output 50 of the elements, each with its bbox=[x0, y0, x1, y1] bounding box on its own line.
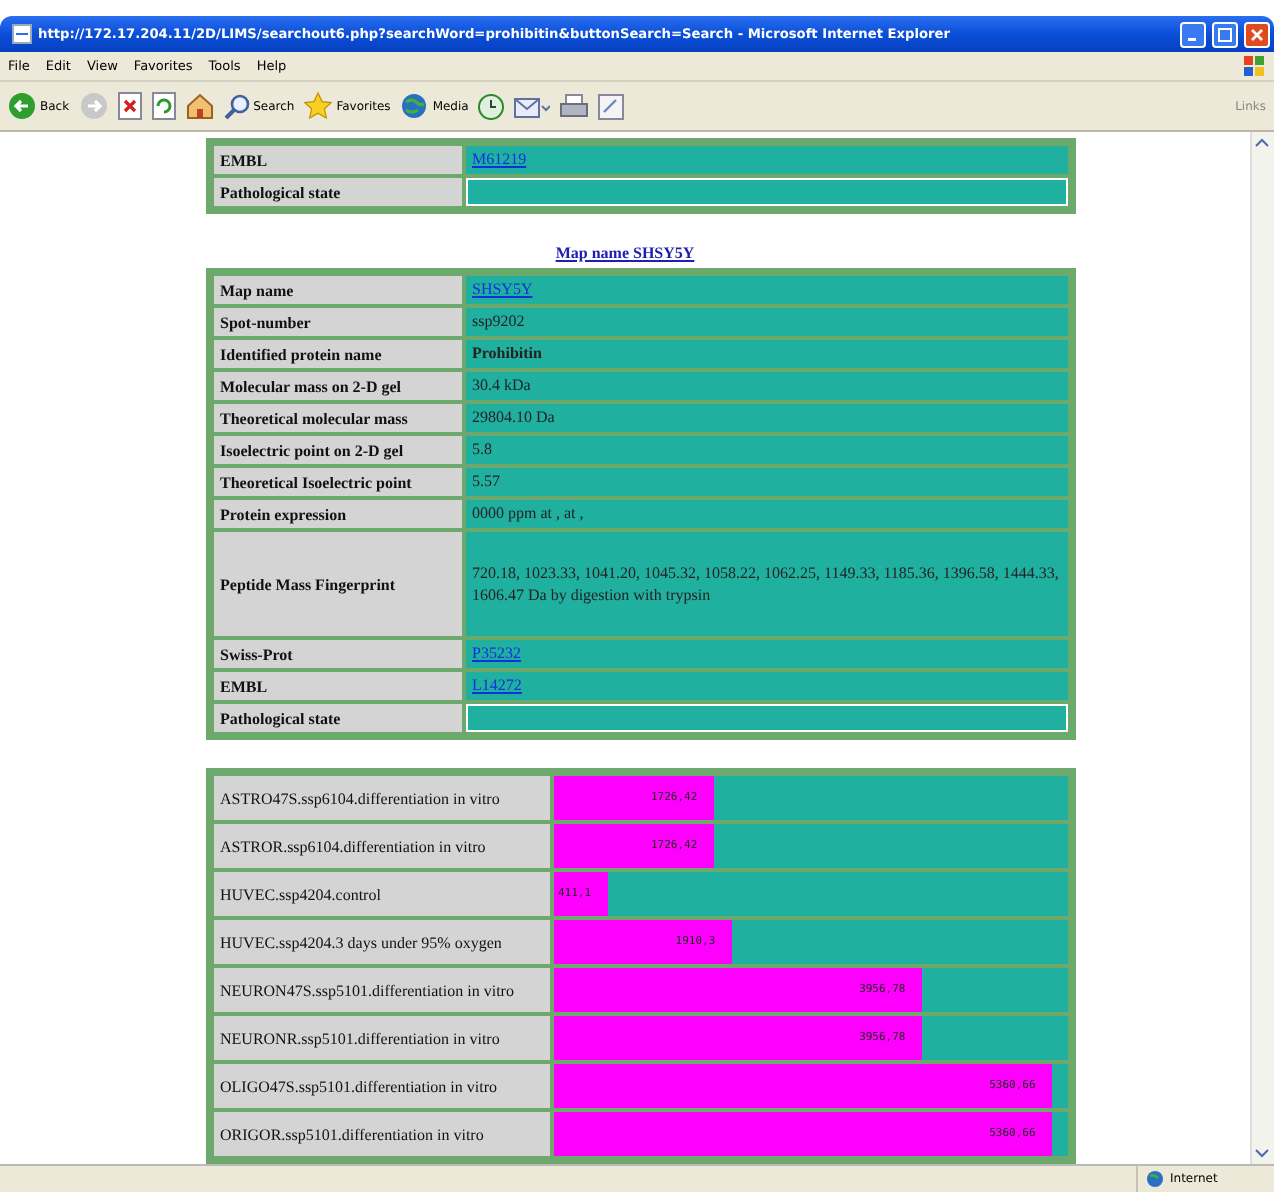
field-label: Theoretical molecular mass bbox=[214, 404, 462, 432]
house-icon[interactable] bbox=[185, 92, 214, 120]
field-label: Protein expression bbox=[214, 500, 462, 528]
field-label: Pathological state bbox=[214, 704, 462, 732]
field-value: Prohibitin bbox=[466, 340, 1068, 368]
minimize-button[interactable] bbox=[1180, 21, 1206, 47]
maximize-icon bbox=[1218, 27, 1232, 41]
globe-icon bbox=[400, 92, 429, 120]
browser-page-icon bbox=[12, 24, 32, 44]
field-value: 720.18, 1023.33, 1041.20, 1045.32, 1058.22, 1062.25, 1149.33, 1185.36, 1396.58, 1444.33, 1606.47 Da by digestion with trypsin bbox=[466, 532, 1068, 636]
field-label: Identified protein name bbox=[214, 340, 462, 368]
field-label: Swiss-Prot bbox=[214, 640, 462, 668]
sample-label: OLIGO47S.ssp5101.differentiation in vitro bbox=[214, 1064, 550, 1108]
globe-icon bbox=[1146, 1170, 1164, 1188]
field-label: Peptide Mass Fingerprint bbox=[214, 532, 462, 636]
document-icon[interactable] bbox=[598, 93, 625, 119]
sample-label: HUVEC.ssp4204.control bbox=[214, 872, 550, 916]
field-value: 0000 ppm at , at , bbox=[466, 500, 1068, 528]
field-label: Pathological state bbox=[214, 178, 462, 206]
sample-label: NEURONR.ssp5101.differentiation in vitro bbox=[214, 1016, 550, 1060]
search-icon bbox=[223, 93, 250, 119]
field-label: EMBL bbox=[214, 672, 462, 700]
sample-label: ASTROR.ssp6104.differentiation in vitro bbox=[214, 824, 550, 868]
field-value: ssp9202 bbox=[466, 308, 1068, 336]
maximize-button[interactable] bbox=[1212, 21, 1238, 47]
refresh-icon[interactable] bbox=[151, 92, 176, 120]
field-label: Spot-number bbox=[214, 308, 462, 336]
printer-icon[interactable] bbox=[560, 93, 589, 119]
field-value: 29804.10 Da bbox=[466, 404, 1068, 432]
field-value: 30.4 kDa bbox=[466, 372, 1068, 400]
field-label: Theoretical Isoelectric point bbox=[214, 468, 462, 496]
close-icon bbox=[1250, 27, 1264, 41]
clock-icon[interactable] bbox=[478, 93, 505, 119]
sample-label: NEURON47S.ssp5101.differentiation in vitro bbox=[214, 968, 550, 1012]
sample-label: ASTRO47S.ssp6104.differentiation in vitro bbox=[214, 776, 550, 820]
vertical-scrollbar[interactable] bbox=[1250, 132, 1274, 1164]
section-heading-link[interactable]: Map name SHSY5Y bbox=[555, 244, 695, 262]
close-button[interactable] bbox=[1244, 21, 1270, 47]
field-label: Molecular mass on 2-D gel bbox=[214, 372, 462, 400]
field-label: Isoelectric point on 2-D gel bbox=[214, 436, 462, 464]
sample-label: ORIGOR.ssp5101.differentiation in vitro bbox=[214, 1112, 550, 1156]
windows-flag-icon bbox=[1242, 54, 1266, 78]
field-label: Map name bbox=[214, 276, 462, 304]
field-value: 5.57 bbox=[466, 468, 1068, 496]
star-icon bbox=[304, 92, 333, 120]
envelope-icon[interactable] bbox=[514, 93, 551, 119]
field-label: EMBL bbox=[214, 146, 462, 174]
field-value: 5.8 bbox=[466, 436, 1068, 464]
sample-label: HUVEC.ssp4204.3 days under 95% oxygen bbox=[214, 920, 550, 964]
stop-icon[interactable] bbox=[117, 92, 142, 120]
